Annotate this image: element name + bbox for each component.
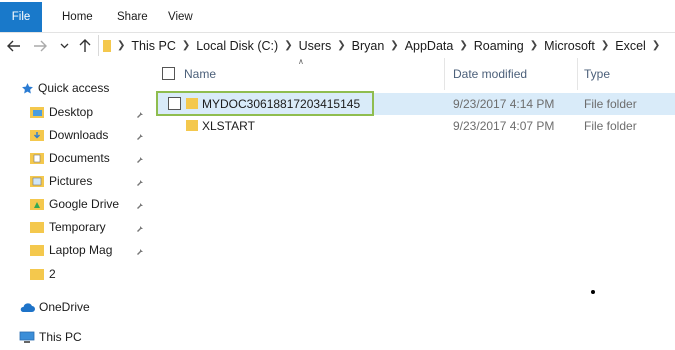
- file-type: File folder: [584, 119, 637, 133]
- navigation-pane: Quick access Desktop Downloads Documents…: [0, 58, 150, 350]
- nav-quick-access[interactable]: Quick access: [21, 78, 109, 98]
- nav-onedrive[interactable]: OneDrive: [19, 297, 90, 317]
- nav-item-downloads[interactable]: Downloads: [30, 125, 108, 145]
- nav-this-pc-label: This PC: [39, 330, 82, 344]
- column-header-type[interactable]: Type: [584, 58, 610, 90]
- column-divider[interactable]: [444, 58, 445, 90]
- nav-this-pc[interactable]: This PC: [19, 327, 82, 347]
- folder-icon: [30, 221, 44, 233]
- file-date-modified: 9/23/2017 4:07 PM: [453, 119, 555, 133]
- row-checkbox[interactable]: [168, 97, 181, 110]
- nav-item-temporary[interactable]: Temporary: [30, 217, 106, 237]
- folder-icon: [30, 268, 44, 280]
- recent-locations-chevron-icon[interactable]: [58, 37, 70, 55]
- select-all-checkbox[interactable]: [162, 67, 175, 80]
- pin-icon[interactable]: [133, 220, 145, 234]
- nav-item-label: Desktop: [49, 105, 94, 119]
- column-header-name[interactable]: Name: [184, 58, 216, 90]
- desktop-folder-icon: [30, 106, 44, 118]
- file-list: ∧ Name Date modified Type MYDOC306188172…: [150, 57, 675, 350]
- breadcrumb-this-pc[interactable]: This PC: [131, 39, 175, 53]
- onedrive-cloud-icon: [19, 302, 35, 313]
- pin-icon[interactable]: [133, 128, 145, 142]
- file-date-modified: 9/23/2017 4:14 PM: [453, 97, 555, 111]
- up-arrow-icon[interactable]: [78, 37, 92, 55]
- nav-item-laptop-mag[interactable]: Laptop Mag: [30, 240, 112, 260]
- breadcrumb-microsoft[interactable]: Microsoft: [544, 39, 595, 53]
- nav-item-label: Pictures: [49, 174, 93, 188]
- address-folder-icon: [103, 39, 111, 53]
- downloads-folder-icon: [30, 129, 44, 141]
- file-name[interactable]: MYDOC30618817203415145: [202, 97, 360, 111]
- nav-item-label: Downloads: [49, 128, 109, 142]
- nav-item-label: Laptop Mag: [49, 243, 113, 257]
- nav-item-desktop[interactable]: Desktop: [30, 102, 93, 122]
- file-type: File folder: [584, 97, 637, 111]
- chevron-right-icon: ❯: [284, 40, 293, 51]
- chevron-right-icon: ❯: [117, 40, 126, 51]
- nav-item-2[interactable]: 2: [30, 264, 56, 284]
- breadcrumb-users[interactable]: Users: [299, 39, 332, 53]
- pin-icon[interactable]: [133, 106, 145, 120]
- nav-item-pictures[interactable]: Pictures: [30, 171, 92, 191]
- tab-view[interactable]: View: [168, 2, 193, 32]
- cursor-dot: [591, 290, 595, 294]
- breadcrumb-local-disk[interactable]: Local Disk (C:): [196, 39, 278, 53]
- address-bar[interactable]: ❯ This PC ❯ Local Disk (C:) ❯ Users ❯ Br…: [98, 35, 675, 56]
- chevron-right-icon[interactable]: ❯: [652, 40, 660, 51]
- pin-icon[interactable]: [133, 151, 145, 165]
- pin-icon[interactable]: [133, 243, 145, 257]
- breadcrumb-appdata[interactable]: AppData: [405, 39, 454, 53]
- breadcrumb-bryan[interactable]: Bryan: [352, 39, 385, 53]
- folder-icon: [186, 120, 198, 134]
- nav-item-documents[interactable]: Documents: [30, 148, 110, 168]
- nav-item-label: Temporary: [49, 220, 106, 234]
- column-header-date-modified[interactable]: Date modified: [453, 58, 527, 90]
- documents-folder-icon: [30, 152, 44, 164]
- sort-ascending-icon: ∧: [298, 57, 304, 66]
- chevron-right-icon: ❯: [337, 40, 346, 51]
- nav-item-label: Google Drive: [49, 197, 120, 211]
- file-row[interactable]: XLSTART 9/23/2017 4:07 PM File folder: [158, 115, 675, 137]
- file-row[interactable]: MYDOC30618817203415145 9/23/2017 4:14 PM…: [158, 93, 675, 115]
- forward-arrow-icon[interactable]: [32, 37, 48, 55]
- ribbon: File Home Share View: [0, 0, 675, 33]
- pictures-folder-icon: [30, 175, 44, 187]
- breadcrumb-roaming[interactable]: Roaming: [474, 39, 524, 53]
- tab-home[interactable]: Home: [62, 2, 93, 32]
- nav-item-google-drive[interactable]: Google Drive: [30, 194, 119, 214]
- chevron-right-icon: ❯: [529, 40, 539, 51]
- chevron-right-icon: ❯: [390, 40, 399, 51]
- nav-item-label: 2: [49, 267, 56, 281]
- folder-icon: [186, 98, 198, 112]
- tab-share[interactable]: Share: [117, 2, 148, 32]
- file-name[interactable]: XLSTART: [202, 119, 255, 133]
- nav-onedrive-label: OneDrive: [39, 300, 90, 314]
- chevron-right-icon: ❯: [600, 40, 610, 51]
- pin-icon[interactable]: [133, 197, 145, 211]
- google-drive-folder-icon: [30, 198, 44, 210]
- tab-file[interactable]: File: [0, 2, 42, 32]
- chevron-right-icon: ❯: [459, 40, 468, 51]
- column-divider[interactable]: [577, 58, 578, 90]
- computer-icon: [19, 331, 35, 344]
- chevron-right-icon: ❯: [181, 40, 191, 51]
- breadcrumb-excel[interactable]: Excel: [615, 39, 646, 53]
- pin-icon[interactable]: [133, 174, 145, 188]
- folder-icon: [30, 244, 44, 256]
- nav-quick-access-label: Quick access: [38, 81, 110, 95]
- nav-item-label: Documents: [49, 151, 110, 165]
- star-icon: [21, 82, 34, 95]
- navigation-bar: ❯ This PC ❯ Local Disk (C:) ❯ Users ❯ Br…: [0, 33, 675, 58]
- back-arrow-icon[interactable]: [6, 37, 22, 55]
